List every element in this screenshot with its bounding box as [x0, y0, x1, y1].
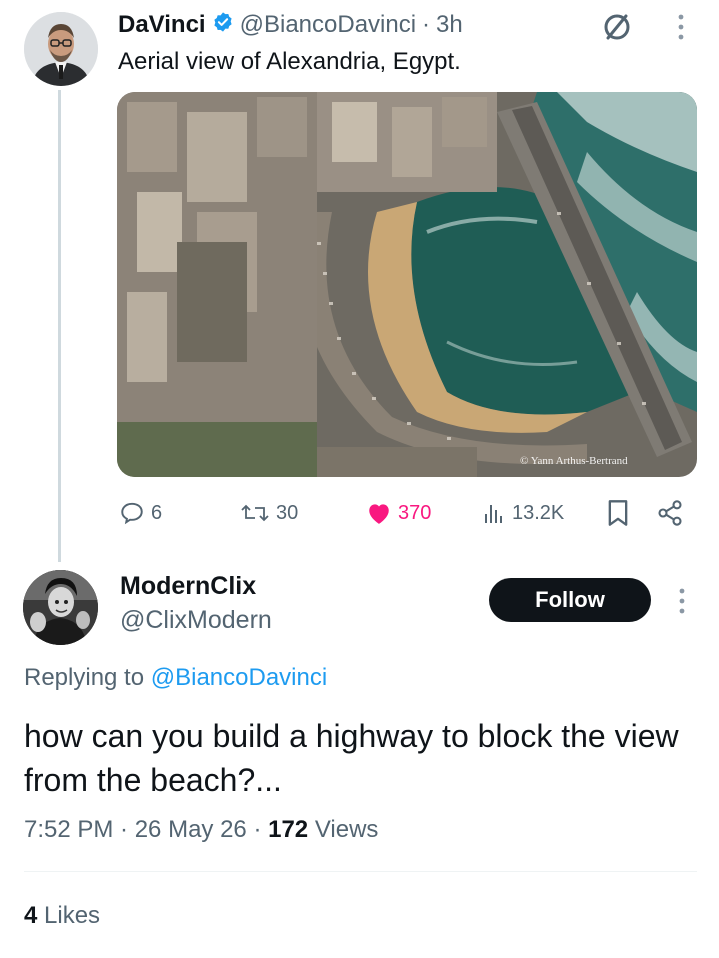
reply-likes-count: 4: [24, 902, 38, 929]
avatar-modernclix[interactable]: [23, 570, 98, 645]
reply-likes[interactable]: 4 Likes: [24, 902, 100, 930]
no-sign-icon[interactable]: [600, 10, 634, 44]
share-action[interactable]: [656, 497, 684, 529]
reply-action[interactable]: 6: [119, 497, 162, 529]
post-time-separator: ·: [422, 11, 431, 38]
replying-mention[interactable]: @BiancoDavinci: [151, 664, 327, 691]
reply-views-count: 172: [268, 816, 309, 843]
image-credit: © Yann Arthus-Bertrand: [520, 455, 628, 467]
views-action[interactable]: 13.2K: [482, 497, 564, 529]
reply-count: 6: [151, 501, 163, 524]
verified-badge-icon: [212, 11, 234, 40]
reply-more-icon[interactable]: [675, 586, 689, 616]
repost-count: 30: [276, 501, 299, 524]
replying-prefix: Replying to: [24, 664, 145, 691]
reply-author-name[interactable]: ModernClix: [120, 572, 256, 601]
share-icon: [656, 499, 684, 527]
author-handle[interactable]: @BiancoDavinci: [240, 11, 416, 39]
reply-views-label: Views: [308, 816, 379, 843]
reply-timestamp[interactable]: 7:52 PM · 26 May 26 ·: [24, 816, 268, 843]
reply-meta: 7:52 PM · 26 May 26 · 172 Views: [24, 816, 378, 844]
thread-line: [58, 90, 61, 562]
follow-button[interactable]: Follow: [489, 578, 651, 622]
more-icon[interactable]: [674, 12, 688, 42]
repost-icon: [240, 500, 270, 526]
author-name[interactable]: DaVinci: [118, 11, 206, 39]
post-image[interactable]: [117, 92, 697, 477]
like-action[interactable]: 370: [366, 497, 431, 529]
post-time[interactable]: 3h: [436, 11, 463, 39]
bookmark-icon: [606, 499, 630, 527]
reply-text: how can you build a highway to block the…: [24, 718, 679, 798]
reply-likes-label: Likes: [37, 902, 101, 929]
views-count: 13.2K: [512, 501, 565, 524]
divider: [24, 871, 697, 872]
replying-to: Replying to @BiancoDavinci: [24, 664, 327, 692]
reply-author-handle[interactable]: @ClixModern: [120, 606, 272, 635]
heart-icon: [366, 501, 392, 525]
avatar-davinci[interactable]: [24, 12, 98, 86]
post-header: DaVinci @BiancoDavinci · 3h: [118, 10, 463, 40]
repost-action[interactable]: 30: [240, 497, 298, 529]
views-icon: [482, 500, 506, 526]
bookmark-action[interactable]: [606, 497, 630, 529]
reply-icon: [119, 500, 145, 526]
like-count: 370: [398, 501, 432, 524]
post-text: Aerial view of Alexandria, Egypt.: [118, 48, 461, 75]
